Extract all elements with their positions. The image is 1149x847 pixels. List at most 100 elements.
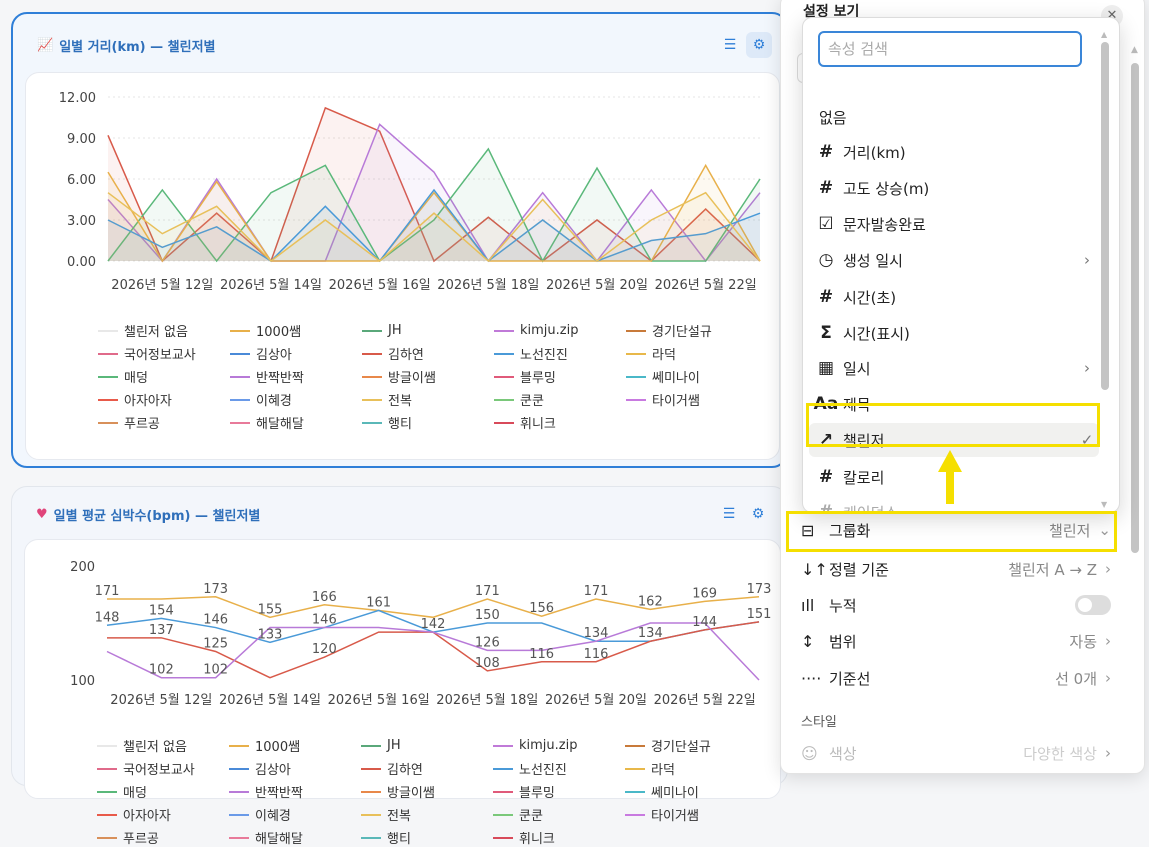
distance-chart-title-text: 일별 거리(km) — 챌린저별 xyxy=(59,40,216,55)
legend-entry[interactable]: 경기단설규 xyxy=(625,736,757,755)
legend-entry[interactable]: JH xyxy=(361,736,493,755)
distance-chart-card[interactable]: 📈 일별 거리(km) — 챌린저별 ☰ ⚙ 12.00 9.00 6.00 3.00… xyxy=(11,12,788,468)
property-type-icon: ☑ xyxy=(818,214,834,234)
stack-toggle[interactable] xyxy=(1075,595,1111,615)
property-item[interactable]: Σ 시간(표시) xyxy=(809,316,1099,350)
legend-swatch xyxy=(361,836,381,839)
data-label: 150 xyxy=(475,608,500,623)
legend-entry[interactable]: 김하연 xyxy=(362,344,494,363)
legend-entry[interactable]: 쎄미나이 xyxy=(625,782,757,801)
range-icon: ↕ xyxy=(801,631,815,651)
legend-label: 경기단설규 xyxy=(652,325,712,340)
legend-entry[interactable]: 행티 xyxy=(362,413,494,432)
property-search-input[interactable] xyxy=(818,31,1082,67)
legend-entry[interactable]: 타이거쌤 xyxy=(625,805,757,824)
legend-label: 챌린저 없음 xyxy=(123,740,187,755)
legend-entry[interactable]: 라덕 xyxy=(625,759,757,778)
legend-entry[interactable]: JH xyxy=(362,321,494,340)
property-item[interactable]: ◷ 생성 일시 › xyxy=(809,243,1099,277)
heartrate-chart-card[interactable]: ♥ 일별 평균 심박수(bpm) — 챌린저별 ☰ ⚙ 200 100 171 148… xyxy=(11,486,788,847)
color-value: 다양한 색상 xyxy=(1023,744,1097,763)
legend-entry[interactable]: 노선진진 xyxy=(493,759,625,778)
property-item[interactable]: 없음 xyxy=(809,100,1099,134)
x-tick-label: 2026년 5월 20일 xyxy=(546,278,648,293)
legend-entry[interactable]: 쿤쿤 xyxy=(493,805,625,824)
legend-entry[interactable]: 김상아 xyxy=(229,759,361,778)
legend-entry[interactable]: 1000쌤 xyxy=(229,736,361,755)
panel-scrollbar[interactable]: ▲ xyxy=(1131,45,1141,553)
legend-entry[interactable]: 푸르공 xyxy=(97,828,229,847)
legend-entry[interactable]: 방글이쌤 xyxy=(361,782,493,801)
legend-entry[interactable]: 국어정보교사 xyxy=(98,344,230,363)
color-row[interactable]: ☺ 색상 다양한 색상 › xyxy=(801,735,1111,771)
legend-entry[interactable]: 이혜경 xyxy=(230,390,362,409)
legend-entry[interactable]: kimju.zip xyxy=(493,736,625,755)
baseline-row[interactable]: ···· 기준선 선 0개 › xyxy=(801,660,1111,696)
legend-entry[interactable]: 챌린저 없음 xyxy=(97,736,229,755)
distance-chart-svg: 12.00 9.00 6.00 3.00 0.00 2026년 5월 12일 2026년 5… xyxy=(59,91,761,293)
legend-entry[interactable]: 김상아 xyxy=(230,344,362,363)
data-label: 102 xyxy=(203,663,228,678)
legend-entry[interactable]: 아자아자 xyxy=(97,805,229,824)
legend-entry[interactable]: 매덩 xyxy=(97,782,229,801)
legend-entry[interactable]: 김하연 xyxy=(361,759,493,778)
legend-entry[interactable]: 국어정보교사 xyxy=(97,759,229,778)
scroll-up-icon[interactable]: ▲ xyxy=(1101,30,1107,39)
legend-entry[interactable]: 블루밍 xyxy=(493,782,625,801)
legend-label: 반짝반짝 xyxy=(256,371,304,386)
property-item[interactable]: ☑ 문자발송완료 xyxy=(809,207,1099,241)
chevron-right-icon: › xyxy=(1105,632,1111,650)
heartrate-chart-area: 200 100 171 148 154 137 102 173 146 125 102 155 133 1… xyxy=(24,539,781,847)
legend-label: 푸르공 xyxy=(124,417,160,432)
data-label: 156 xyxy=(529,601,554,616)
range-row[interactable]: ↕ 범위 자동 › xyxy=(801,623,1111,659)
legend-entry[interactable]: 반짝반짝 xyxy=(230,367,362,386)
property-type-icon: Σ xyxy=(820,323,832,343)
legend-swatch xyxy=(493,744,513,747)
stack-row[interactable]: ıll 누적 xyxy=(801,587,1111,623)
heartrate-chart-legend: 챌린저 없음 1000쌤 JH kimju.zip 경기단설규국어정보교사 김상아 김하연 노… xyxy=(97,736,757,847)
property-item[interactable]: ▦ 일시 › xyxy=(809,351,1099,385)
legend-entry[interactable]: 해달해달 xyxy=(229,828,361,847)
property-item[interactable]: # 거리(km) xyxy=(809,135,1099,169)
sort-row[interactable]: ↓↑ 정렬 기준 챌린저 A → Z › xyxy=(801,551,1111,587)
legend-entry[interactable]: 매덩 xyxy=(98,367,230,386)
legend-swatch xyxy=(98,329,118,332)
legend-entry[interactable]: 행티 xyxy=(361,828,493,847)
up-arrow-annotation xyxy=(938,450,962,504)
legend-entry[interactable]: 1000쌤 xyxy=(230,321,362,340)
legend-entry[interactable]: 노선진진 xyxy=(494,344,626,363)
legend-entry[interactable]: 휘니크 xyxy=(493,828,625,847)
legend-label: 국어정보교사 xyxy=(124,348,196,363)
filter-icon[interactable]: ☰ xyxy=(716,501,742,527)
legend-swatch xyxy=(230,352,250,355)
legend-entry[interactable]: 푸르공 xyxy=(98,413,230,432)
legend-entry[interactable]: 블루밍 xyxy=(494,367,626,386)
legend-entry[interactable]: 이혜경 xyxy=(229,805,361,824)
legend-entry[interactable]: 전복 xyxy=(362,390,494,409)
legend-entry[interactable]: 아자아자 xyxy=(98,390,230,409)
x-tick-label: 2026년 5월 12일 xyxy=(110,693,212,708)
sliders-icon[interactable]: ⚙ xyxy=(745,501,771,527)
legend-entry[interactable]: 휘니크 xyxy=(494,413,626,432)
filter-icon[interactable]: ☰ xyxy=(717,32,743,58)
legend-swatch xyxy=(625,744,645,747)
data-label: 173 xyxy=(203,582,228,597)
legend-label: 타이거쌤 xyxy=(651,809,699,824)
legend-entry[interactable]: 해달해달 xyxy=(230,413,362,432)
property-item[interactable]: # 시간(초) xyxy=(809,280,1099,314)
legend-entry[interactable]: 쎄미나이 xyxy=(626,367,758,386)
legend-entry[interactable]: 라덕 xyxy=(626,344,758,363)
scroll-down-icon[interactable]: ▼ xyxy=(1101,500,1107,509)
sliders-icon[interactable]: ⚙ xyxy=(746,32,772,58)
legend-entry[interactable]: 반짝반짝 xyxy=(229,782,361,801)
legend-entry[interactable]: 방글이쌤 xyxy=(362,367,494,386)
legend-entry[interactable]: 타이거쌤 xyxy=(626,390,758,409)
legend-entry[interactable]: 쿤쿤 xyxy=(494,390,626,409)
dropdown-scrollbar[interactable] xyxy=(1101,42,1109,390)
legend-entry[interactable]: 경기단설규 xyxy=(626,321,758,340)
legend-entry[interactable]: 챌린저 없음 xyxy=(98,321,230,340)
property-item[interactable]: # 고도 상승(m) xyxy=(809,171,1099,205)
legend-entry[interactable]: kimju.zip xyxy=(494,321,626,340)
legend-entry[interactable]: 전복 xyxy=(361,805,493,824)
